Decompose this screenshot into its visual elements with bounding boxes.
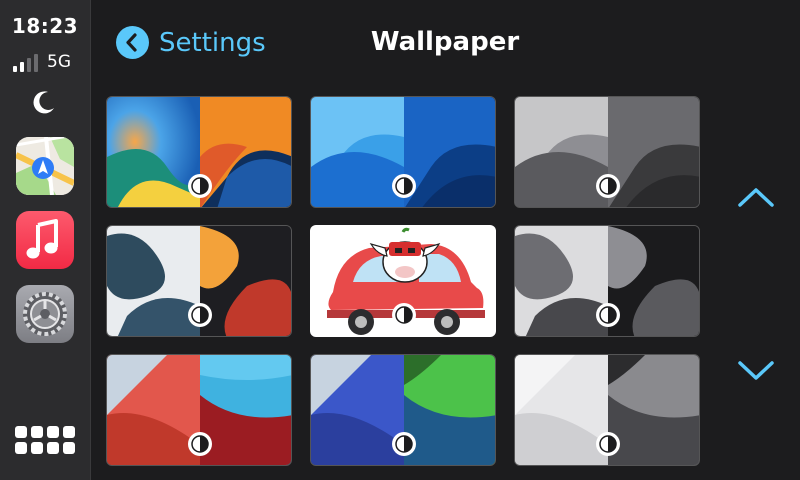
back-button[interactable]: Settings xyxy=(116,26,266,59)
wallpaper-tile[interactable] xyxy=(514,225,700,337)
chevron-left-icon xyxy=(116,26,149,59)
status-time: 18:23 xyxy=(11,14,79,38)
scroll-down-chevron-icon[interactable] xyxy=(737,360,775,382)
network-type: 5G xyxy=(47,52,71,72)
signal-bar-4 xyxy=(34,54,38,72)
appearance-mode-icon xyxy=(596,174,620,198)
appearance-mode-icon xyxy=(188,174,212,198)
page-title: Wallpaper xyxy=(370,27,520,57)
wallpaper-tile[interactable] xyxy=(514,96,700,208)
settings-app-icon[interactable] xyxy=(16,285,74,343)
wallpaper-tile[interactable] xyxy=(310,354,496,466)
appearance-mode-icon xyxy=(392,432,416,456)
wallpaper-tile[interactable] xyxy=(106,96,292,208)
signal-bar-1 xyxy=(13,66,17,72)
maps-app-icon[interactable] xyxy=(16,137,74,195)
wallpaper-tile[interactable] xyxy=(106,354,292,466)
carplay-screen: 18:23 5G Settings Wallpaper xyxy=(0,0,800,480)
music-app-icon[interactable] xyxy=(16,211,74,269)
sidebar: 18:23 5G xyxy=(0,0,91,480)
wallpaper-tile[interactable] xyxy=(514,354,700,466)
appearance-mode-icon xyxy=(596,303,620,327)
appearance-mode-icon xyxy=(188,303,212,327)
signal-status: 5G xyxy=(13,52,71,72)
do-not-disturb-moon-icon xyxy=(33,91,54,114)
signal-bar-3 xyxy=(27,58,31,72)
scroll-up-chevron-icon[interactable] xyxy=(737,186,775,208)
appearance-mode-icon xyxy=(188,432,212,456)
wallpaper-tile[interactable] xyxy=(310,96,496,208)
back-label: Settings xyxy=(159,27,266,58)
wallpaper-tile[interactable] xyxy=(310,225,496,337)
appearance-mode-icon xyxy=(392,303,416,327)
wallpaper-tile[interactable] xyxy=(106,225,292,337)
appearance-mode-icon xyxy=(596,432,620,456)
app-grid-icon[interactable] xyxy=(15,426,75,454)
appearance-mode-icon xyxy=(392,174,416,198)
signal-bar-2 xyxy=(20,62,24,72)
